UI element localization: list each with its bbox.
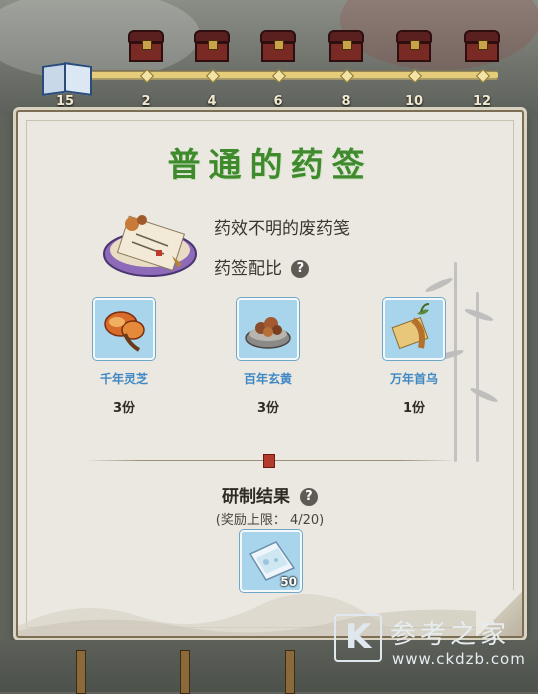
ingredient-qty: 1份 bbox=[402, 401, 426, 416]
lingzhi-icon bbox=[104, 311, 145, 352]
reward-limit: (奖励上限： 4/20) bbox=[215, 513, 325, 528]
recipe-panel: 普通的药签 药效不明的废药笺 药签配比 ? 千年灵芝 3份 百年玄黄 3份 万年… bbox=[16, 110, 524, 638]
medicine-slip-icon bbox=[103, 215, 197, 277]
result-heading: 研制结果 ? bbox=[18, 482, 522, 507]
milestone-label: 4 bbox=[207, 94, 217, 109]
shouwu-icon bbox=[391, 303, 430, 350]
reward-chest-icon[interactable] bbox=[464, 30, 500, 62]
reward-chest-icon[interactable] bbox=[328, 30, 364, 62]
ingredient-tile[interactable] bbox=[93, 298, 155, 360]
item-description: 药效不明的废药笺 bbox=[214, 219, 350, 239]
milestone-label: 2 bbox=[141, 94, 151, 109]
seal-icon bbox=[263, 454, 275, 468]
ingredient-qty: 3份 bbox=[112, 401, 136, 416]
watermark-logo: K bbox=[334, 614, 382, 662]
help-icon[interactable]: ? bbox=[291, 260, 310, 278]
ingredient-qty: 3份 bbox=[256, 401, 280, 416]
reward-chest-icon[interactable] bbox=[260, 30, 296, 62]
panel-title: 普通的药签 bbox=[167, 145, 373, 184]
reward-chest-icon[interactable] bbox=[128, 30, 164, 62]
reward-count: 50 bbox=[280, 575, 297, 589]
ingredient-name: 百年玄黄 bbox=[243, 372, 292, 386]
book-icon[interactable] bbox=[38, 60, 94, 96]
milestone-label: 6 bbox=[273, 94, 283, 109]
ingredient-name: 万年首乌 bbox=[389, 372, 438, 386]
milestone-label: 10 bbox=[404, 94, 424, 109]
ingredient-tile[interactable] bbox=[383, 298, 445, 360]
help-icon[interactable]: ? bbox=[299, 488, 318, 506]
milestone-label: 12 bbox=[472, 94, 492, 109]
result-title: 研制结果 bbox=[222, 487, 291, 507]
pole-decoration bbox=[76, 650, 86, 694]
milestone-label: 8 bbox=[341, 94, 351, 109]
current-progress-value: 15 bbox=[56, 94, 75, 109]
reward-item[interactable]: 50 bbox=[240, 530, 302, 592]
ingredient-item[interactable]: 千年灵芝 3份 bbox=[74, 298, 174, 416]
ratio-row: 药签配比 ? bbox=[214, 254, 310, 279]
reward-chest-icon[interactable] bbox=[194, 30, 230, 62]
watermark-url: www.ckdzb.com bbox=[392, 650, 526, 668]
pole-decoration bbox=[180, 650, 190, 694]
ratio-label: 药签配比 bbox=[214, 259, 282, 279]
reward-chest-icon[interactable] bbox=[396, 30, 432, 62]
pole-decoration bbox=[285, 650, 295, 694]
character-art-decoration bbox=[340, 0, 538, 70]
ingredient-name: 千年灵芝 bbox=[99, 372, 148, 386]
watermark-text: 参考之家 bbox=[390, 620, 511, 650]
ingredient-item[interactable]: 百年玄黄 3份 bbox=[218, 298, 318, 416]
ingredient-tile[interactable] bbox=[237, 298, 299, 360]
cloud-decoration bbox=[0, 0, 200, 80]
xuanhuang-icon bbox=[245, 317, 291, 349]
ingredient-item[interactable]: 万年首乌 1份 bbox=[364, 298, 464, 416]
